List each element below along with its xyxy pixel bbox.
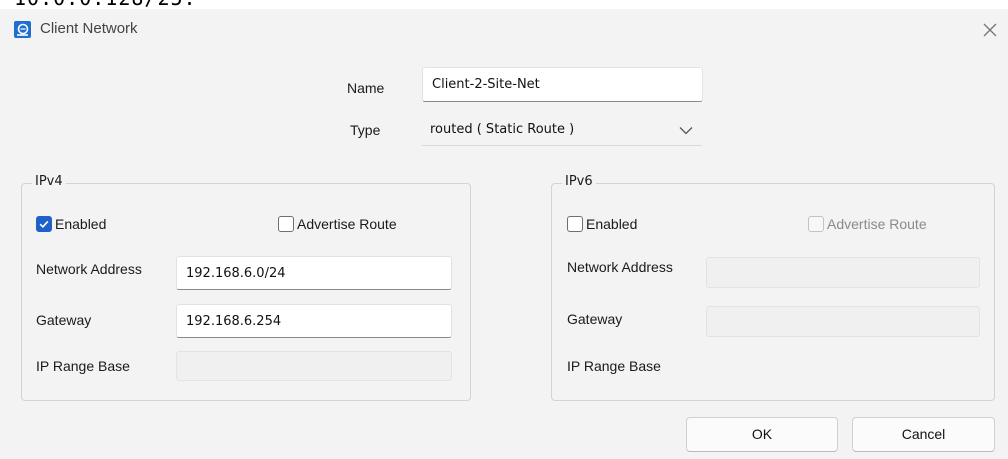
ipv4-gateway-label: Gateway <box>36 312 92 328</box>
ipv4-enabled-label: Enabled <box>55 216 107 232</box>
ipv4-advertise-route-box <box>278 216 294 232</box>
ipv4-enabled-checkbox[interactable]: Enabled <box>36 216 106 232</box>
ipv4-network-address-input[interactable] <box>176 256 452 290</box>
ipv6-enabled-checkbox[interactable]: Enabled <box>567 216 637 232</box>
client-network-app-icon <box>14 21 31 38</box>
chevron-down-icon <box>679 127 693 135</box>
ipv4-ip-range-base-input <box>176 351 452 381</box>
cancel-button[interactable]: Cancel <box>852 417 995 452</box>
type-select-value: routed ( Static Route ) <box>430 122 575 137</box>
ipv6-advertise-route-box <box>808 216 824 232</box>
ipv6-enabled-label: Enabled <box>586 216 638 232</box>
type-select[interactable]: routed ( Static Route ) <box>422 116 702 146</box>
ipv6-ip-range-base-label: IP Range Base <box>567 358 661 374</box>
ipv6-advertise-route-checkbox: Advertise Route <box>808 216 927 232</box>
ipv6-enabled-box <box>567 216 583 232</box>
ipv4-advertise-route-label: Advertise Route <box>297 216 397 232</box>
name-label: Name <box>347 80 385 96</box>
clipped-header-text: 10.0.0.128/25: <box>14 0 197 9</box>
ipv6-advertise-route-label: Advertise Route <box>827 216 927 232</box>
ipv6-gateway-label: Gateway <box>567 311 623 327</box>
ok-button[interactable]: OK <box>686 417 838 452</box>
close-icon[interactable] <box>978 18 1002 42</box>
ipv6-gateway-input <box>706 306 980 337</box>
ipv4-ip-range-base-label: IP Range Base <box>36 358 130 374</box>
ipv4-legend: IPv4 <box>32 174 66 189</box>
ipv6-network-address-label: Network Address <box>567 259 673 275</box>
type-label: Type <box>350 122 381 138</box>
ipv4-network-address-label: Network Address <box>36 261 142 277</box>
checkmark-icon <box>39 220 49 228</box>
ipv4-gateway-input[interactable] <box>176 304 452 338</box>
ipv4-enabled-box <box>36 216 52 232</box>
clipped-background-text-strip: 10.0.0.128/25: <box>0 0 1008 9</box>
client-network-dialog: Client Network Name Type routed ( Static… <box>0 9 1008 459</box>
ipv6-legend: IPv6 <box>562 174 596 189</box>
title-bar: Client Network <box>0 9 1008 49</box>
window-title: Client Network <box>40 20 138 37</box>
ipv6-network-address-input <box>706 257 980 288</box>
ipv4-advertise-route-checkbox[interactable]: Advertise Route <box>278 216 397 232</box>
name-input[interactable] <box>422 67 703 102</box>
